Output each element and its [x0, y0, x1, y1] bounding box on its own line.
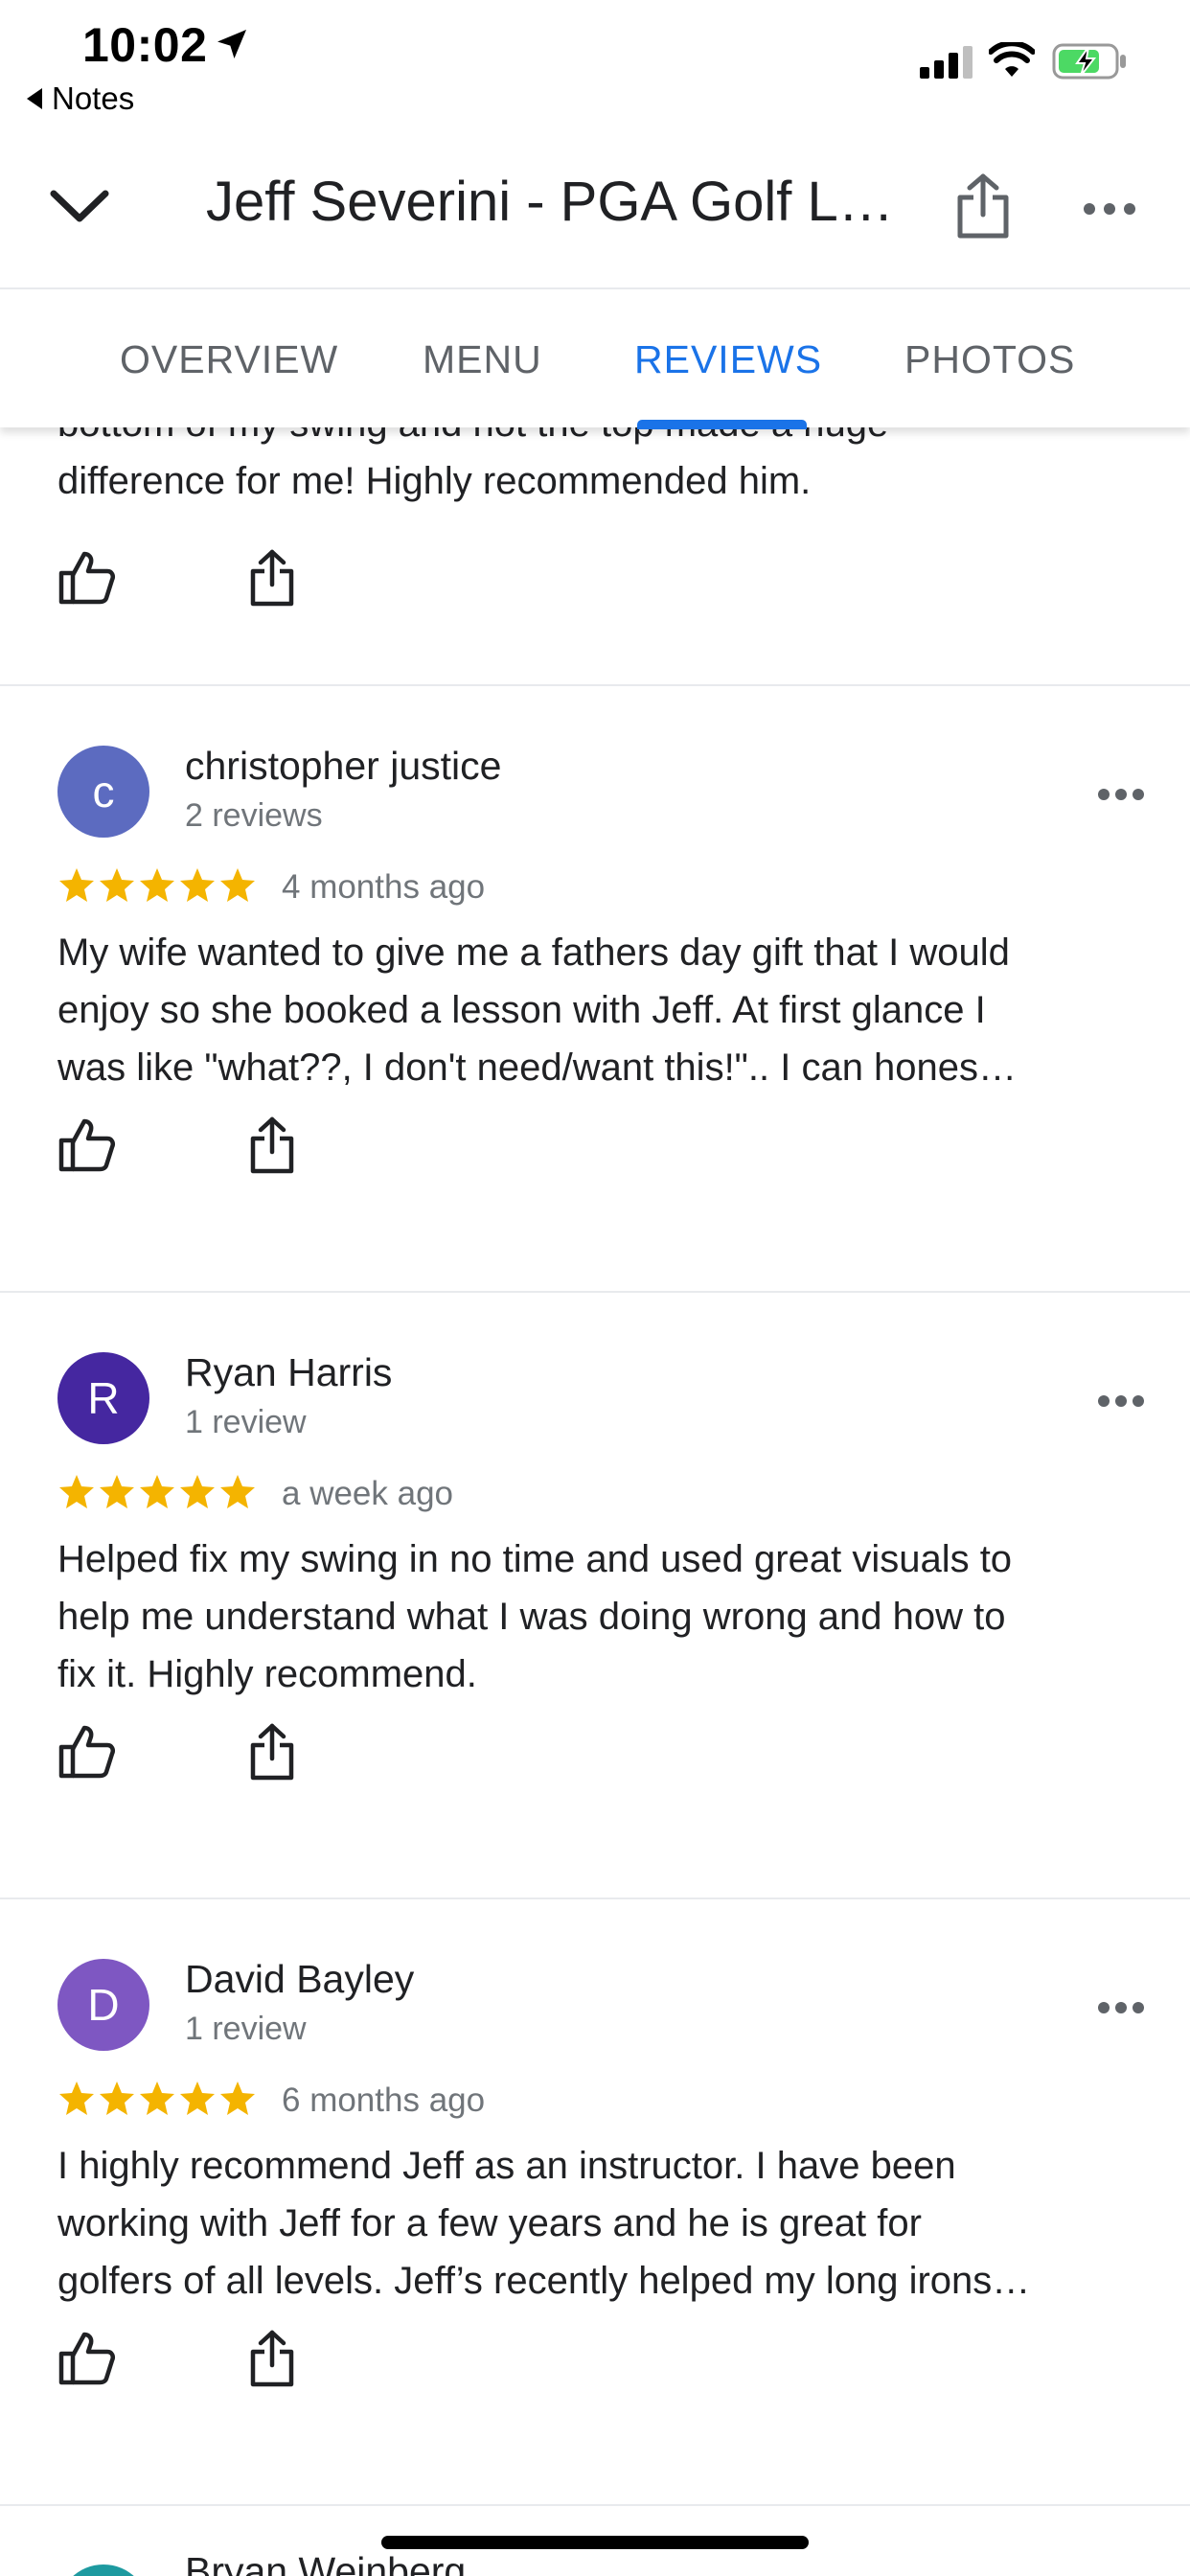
review-text-line: was like "what??, I don't need/want this… [57, 1046, 1018, 1089]
status-time: 10:02 [82, 18, 208, 72]
review-card: R Ryan Harris 1 review a week ago Helped fix… [0, 1293, 1190, 1898]
app-header: Jeff Severini - PGA Golf Lessons [0, 125, 1190, 288]
active-tab-indicator [637, 420, 807, 429]
star-icon [59, 868, 94, 902]
star-icon [100, 1475, 134, 1508]
tab-bar: OVERVIEW MENU REVIEWS PHOTOS [0, 288, 1190, 429]
avatar-initial: c [92, 767, 115, 816]
share-icon[interactable] [954, 172, 1012, 240]
star-icon [220, 1475, 255, 1508]
back-to-app-button[interactable]: Notes [27, 80, 134, 117]
star-icon [59, 1475, 94, 1508]
review-more-icon[interactable] [1097, 1394, 1145, 1408]
share-review-icon[interactable] [249, 1722, 295, 1782]
star-rating [57, 2080, 257, 2118]
review-card: c christopher justice 2 reviews 4 months ag… [0, 686, 1190, 1292]
reviewer-review-count: 1 review [185, 2011, 307, 2047]
avatar-initial: D [87, 1980, 120, 2030]
star-icon [140, 868, 174, 902]
review-more-icon[interactable] [1097, 788, 1145, 801]
avatar-initial: R [87, 1373, 120, 1423]
review-text-line: My wife wanted to give me a fathers day … [57, 932, 1010, 974]
partial-review-text-line: difference for me! Highly recommended hi… [57, 460, 812, 502]
star-icon [180, 2082, 215, 2115]
more-options-icon[interactable] [1083, 201, 1136, 217]
thumbs-up-icon[interactable] [57, 1722, 117, 1780]
reviewer-review-count: 1 review [185, 1404, 307, 1440]
wifi-icon [989, 42, 1035, 77]
star-icon [140, 1475, 174, 1508]
review-card: D David Bayley 1 review 6 months ago I highl… [0, 1899, 1190, 2505]
place-title: Jeff Severini - PGA Golf Lessons [206, 171, 905, 233]
review-time: a week ago [282, 1475, 454, 1512]
thumbs-up-icon[interactable] [57, 548, 117, 606]
reviewer-review-count: 2 reviews [185, 797, 323, 834]
share-review-icon[interactable] [249, 2329, 295, 2388]
location-arrow-icon [217, 30, 246, 58]
reviewer-avatar[interactable]: c [57, 746, 149, 838]
star-icon [220, 868, 255, 902]
review-text-line: golfers of all levels. Jeff’s recently h… [57, 2260, 1031, 2302]
review-text-line: working with Jeff for a few years and he… [57, 2202, 922, 2244]
review-text-line: help me understand what I was doing wron… [57, 1596, 1006, 1638]
review-text[interactable]: Helped fix my swing in no time and used … [57, 1530, 1140, 1703]
home-indicator[interactable] [381, 2536, 809, 2549]
battery-charging-icon [1052, 43, 1126, 80]
review-divider [0, 2504, 1190, 2506]
thumbs-up-icon[interactable] [57, 2329, 117, 2386]
reviewer-name[interactable]: christopher justice [185, 744, 501, 789]
status-bar: 10:02 Notes [0, 0, 1190, 125]
reviewer-name[interactable]: Ryan Harris [185, 1350, 392, 1395]
next-reviewer-avatar[interactable] [57, 2564, 149, 2576]
star-icon [100, 2082, 134, 2115]
collapse-chevron-icon[interactable] [48, 182, 111, 230]
reviewer-avatar[interactable]: D [57, 1959, 149, 2051]
tab-overview[interactable]: OVERVIEW [120, 337, 338, 382]
review-more-icon[interactable] [1097, 2001, 1145, 2014]
star-rating [57, 1473, 257, 1511]
star-icon [100, 868, 134, 902]
tab-photos[interactable]: PHOTOS [904, 337, 1075, 382]
star-rating [57, 866, 257, 905]
review-text-line: fix it. Highly recommend. [57, 1653, 477, 1695]
review-time: 4 months ago [282, 868, 486, 906]
review-text-line: enjoy so she booked a lesson with Jeff. … [57, 989, 986, 1031]
next-reviewer-name[interactable]: Bryan Weinberg [185, 2549, 466, 2576]
share-review-icon[interactable] [249, 1116, 295, 1175]
thumbs-up-icon[interactable] [57, 1116, 117, 1173]
review-text-line: I highly recommend Jeff as an instructor… [57, 2145, 956, 2187]
review-text-line: Helped fix my swing in no time and used … [57, 1538, 1013, 1580]
star-icon [180, 868, 215, 902]
reviewer-name[interactable]: David Bayley [185, 1957, 414, 2002]
tab-reviews[interactable]: REVIEWS [634, 337, 822, 382]
star-icon [180, 1475, 215, 1508]
back-app-label: Notes [52, 80, 135, 116]
share-review-icon[interactable] [249, 548, 295, 608]
review-text[interactable]: I highly recommend Jeff as an instructor… [57, 2137, 1140, 2310]
reviewer-avatar[interactable]: R [57, 1352, 149, 1444]
review-time: 6 months ago [282, 2082, 486, 2119]
star-icon [59, 2082, 94, 2115]
star-icon [140, 2082, 174, 2115]
cellular-signal-icon [920, 46, 973, 79]
review-text[interactable]: My wife wanted to give me a fathers day … [57, 924, 1140, 1096]
star-icon [220, 2082, 255, 2115]
tab-menu[interactable]: MENU [423, 337, 542, 382]
back-triangle-icon [27, 88, 42, 109]
